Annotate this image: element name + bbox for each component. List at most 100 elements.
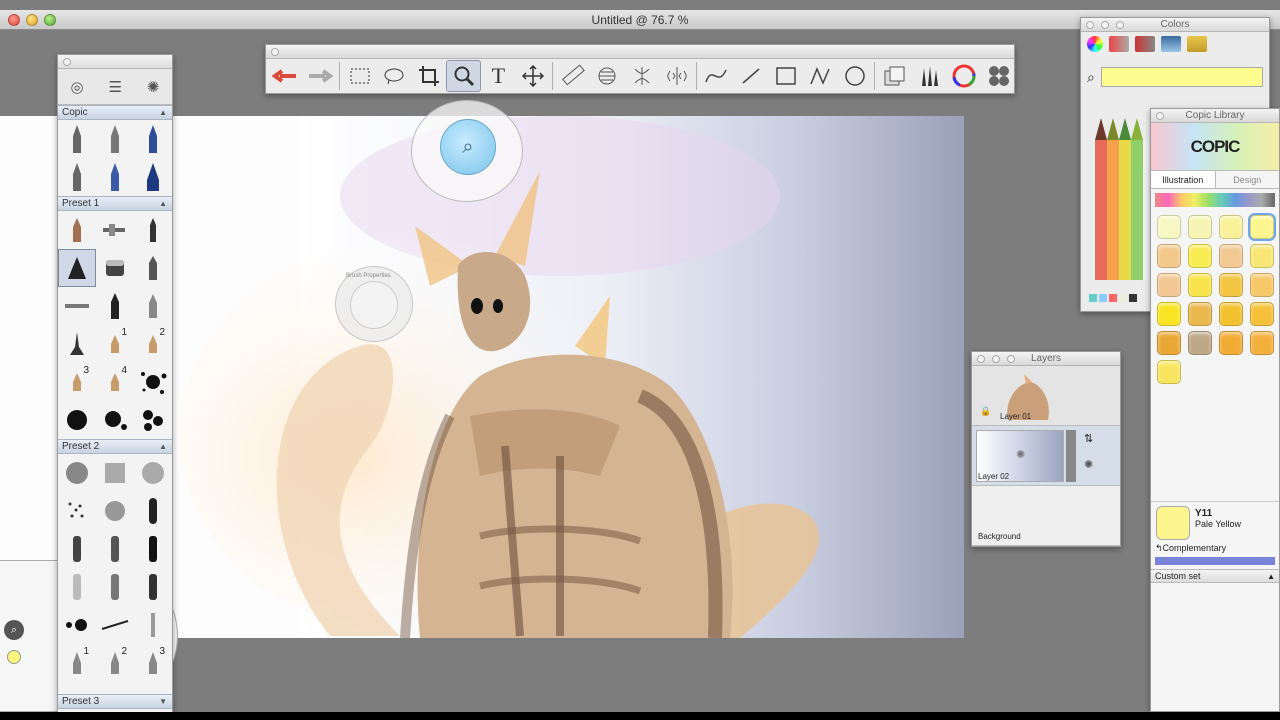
zoom-navigator-puck[interactable]: ⌕ (411, 100, 523, 202)
copic-swatch[interactable] (1219, 331, 1243, 355)
copic-swatch[interactable] (1157, 244, 1181, 268)
copic-swatch[interactable] (1188, 244, 1212, 268)
copic-swatch[interactable] (1157, 360, 1181, 384)
numbered-brush-3[interactable]: 3 (58, 363, 96, 401)
brush-list-icon[interactable]: ☰ (109, 78, 122, 96)
copic-swatch[interactable] (1250, 302, 1274, 326)
move-icon[interactable] (516, 60, 551, 92)
history-swatch[interactable] (1109, 294, 1117, 302)
ruler-icon[interactable] (555, 60, 590, 92)
copic-swatch[interactable] (1250, 273, 1274, 297)
layers-minimize-button[interactable] (992, 355, 1000, 363)
copic-swatch[interactable] (1188, 215, 1212, 239)
blot-brush[interactable] (58, 401, 96, 439)
lasso-icon[interactable] (377, 60, 412, 92)
copic-swatch[interactable] (1250, 331, 1274, 355)
copic-swatch[interactable] (1157, 273, 1181, 297)
felt-brush[interactable] (134, 287, 172, 325)
undo-icon[interactable] (268, 60, 303, 92)
brush-settings-icon[interactable]: ◎ (70, 78, 83, 96)
marker-brush[interactable] (58, 249, 96, 287)
layers-close-button[interactable] (977, 355, 985, 363)
bar-brush[interactable] (134, 492, 172, 530)
dot-brush[interactable] (58, 606, 96, 644)
copic-swatch[interactable] (1219, 302, 1243, 326)
collapse-arrow-icon[interactable]: ▲ (159, 197, 167, 211)
zoom-icon[interactable] (446, 60, 482, 92)
copic-swatch[interactable] (1248, 213, 1276, 241)
layer-item[interactable]: 🔒 Layer 01 (972, 366, 1120, 426)
color-sliders-icon[interactable] (1109, 36, 1129, 52)
numbered-brush-p2-1[interactable]: 1 (58, 644, 96, 682)
color-wheel-icon[interactable] (1087, 36, 1103, 52)
spray-brush[interactable] (58, 492, 96, 530)
copic-swatch[interactable] (1250, 244, 1274, 268)
copic-swatch[interactable] (1157, 215, 1181, 239)
bar-brush[interactable] (134, 530, 172, 568)
history-swatch[interactable] (1129, 294, 1137, 302)
color-swatch-icon[interactable] (1187, 36, 1207, 52)
layer-item-selected[interactable]: ✺ ⇅ ✺ Layer 02 (972, 426, 1120, 486)
copic-swatch[interactable] (1188, 273, 1212, 297)
magnifier-icon[interactable]: ⌕ (440, 119, 496, 175)
rect-select-icon[interactable] (342, 60, 377, 92)
collapse-arrow-icon[interactable]: ▲ (159, 440, 167, 454)
bar-brush[interactable] (58, 530, 96, 568)
line-icon[interactable] (734, 60, 769, 92)
numbered-brush-4[interactable]: 4 (96, 363, 134, 401)
preset1-section-header[interactable]: Preset 1 ▲ (58, 196, 172, 211)
layer-settings-icon[interactable]: ✺ (1084, 458, 1093, 471)
bar-brush[interactable] (96, 530, 134, 568)
fur-brush[interactable] (134, 454, 172, 492)
mirror-icon[interactable] (659, 60, 694, 92)
noise-brush[interactable] (96, 492, 134, 530)
symmetry-icon[interactable] (625, 60, 660, 92)
lagoon-color-puck[interactable] (7, 650, 21, 664)
copic-swatch[interactable] (1219, 273, 1243, 297)
copic-swatch[interactable] (1219, 244, 1243, 268)
copy-paste-icon[interactable] (877, 60, 912, 92)
airbrush-brush[interactable] (96, 211, 134, 249)
dots-brush[interactable] (134, 401, 172, 439)
numbered-brush-1[interactable]: 1 (96, 325, 134, 363)
gear-icon[interactable]: ✺ (1016, 448, 1025, 461)
paint-brush[interactable] (134, 211, 172, 249)
scatter-brush[interactable] (96, 606, 134, 644)
color-family-strip[interactable] (1155, 193, 1275, 207)
lagoon-zoom-icon[interactable]: ⌕ (4, 620, 24, 640)
custom-set-header[interactable]: Custom set ▲ (1151, 569, 1279, 583)
copic-brush[interactable] (58, 158, 96, 196)
history-swatch[interactable] (1089, 294, 1097, 302)
splat-brush[interactable] (96, 401, 134, 439)
brush-palette-close-button[interactable] (63, 58, 71, 66)
copic-brush[interactable] (134, 120, 172, 158)
numbered-brush-p2-2[interactable]: 2 (96, 644, 134, 682)
collapse-arrow-icon[interactable]: ▲ (159, 106, 167, 120)
copic-swatch[interactable] (1157, 302, 1181, 326)
bar-brush[interactable] (134, 568, 172, 606)
collapse-arrow-icon[interactable]: ▲ (1267, 570, 1275, 583)
smudge-brush[interactable] (58, 287, 96, 325)
history-swatch[interactable] (1099, 294, 1107, 302)
brush-properties-knob[interactable] (350, 281, 398, 329)
preset3-section-header[interactable]: Preset 3 ▼ (58, 694, 172, 709)
crop-icon[interactable] (412, 60, 447, 92)
color-grid-icon[interactable] (1135, 36, 1155, 52)
preset2-section-header[interactable]: Preset 2 ▲ (58, 439, 172, 454)
toolbar-close-button[interactable] (271, 48, 279, 56)
colors-close-button[interactable] (1086, 21, 1094, 29)
splatter-brush[interactable] (134, 363, 172, 401)
complementary-label[interactable]: ↰Complementary (1155, 543, 1226, 554)
polyline-icon[interactable] (803, 60, 838, 92)
copic-swatch[interactable] (1188, 302, 1212, 326)
color-image-icon[interactable] (1161, 36, 1181, 52)
fine-pen-brush[interactable] (134, 606, 172, 644)
pencil-brush[interactable] (58, 211, 96, 249)
redo-icon[interactable] (303, 60, 338, 92)
layer-move-icon[interactable]: ⇅ (1084, 432, 1093, 445)
copic-brush[interactable] (58, 120, 96, 158)
colors-minimize-button[interactable] (1101, 21, 1109, 29)
eraser-brush[interactable] (96, 249, 134, 287)
copic-brush[interactable] (96, 158, 134, 196)
copic-library-close-button[interactable] (1156, 112, 1164, 120)
